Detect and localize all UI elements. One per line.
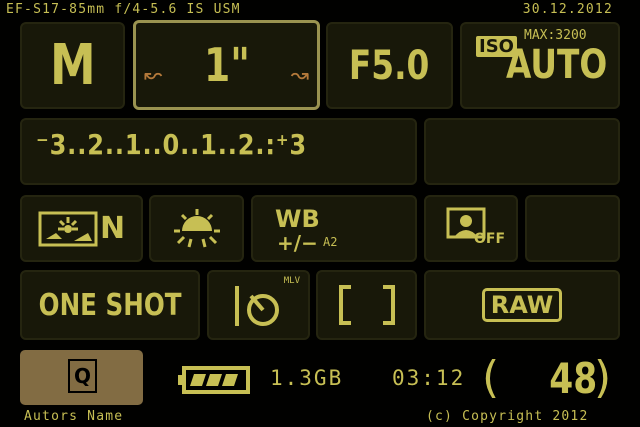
metering-tile[interactable]	[316, 270, 417, 340]
image-quality-tile[interactable]: RAW	[424, 270, 620, 340]
metering-icon	[338, 285, 395, 325]
quick-control-label: Q	[68, 359, 97, 393]
lens-name: EF-S17-85mm f/4-5.6 IS USM	[6, 2, 241, 17]
shooting-mode-value: M	[49, 33, 96, 98]
sun-icon	[173, 208, 220, 247]
iso-tile[interactable]: ISO MAX:3200 AUTO	[460, 22, 620, 109]
shutter-speed-tile[interactable]: ↜ 1" ↝	[133, 20, 320, 110]
exposure-scale: ⁻3..2..1..0..1..2.:⁺3	[36, 128, 308, 161]
copyright: (c) Copyright 2012	[426, 409, 589, 424]
quick-control-button[interactable]: Q	[20, 350, 143, 405]
wb-title: WB	[275, 205, 320, 233]
wb-shift-tile[interactable]: WB +/− A2	[251, 195, 417, 262]
self-timer-icon	[235, 286, 279, 326]
iso-value: AUTO	[506, 42, 608, 88]
shots-bracket-right: )	[594, 352, 612, 403]
recording-time: 03:12	[392, 366, 466, 390]
battery-icon	[178, 366, 250, 394]
shooting-mode-tile[interactable]: M	[20, 22, 125, 109]
author-name: Autors Name	[24, 409, 124, 424]
iso-max: MAX:3200	[524, 28, 587, 43]
shots-bracket-left: (	[482, 352, 500, 403]
picture-style-tile[interactable]: N	[20, 195, 143, 262]
aperture-value: F5.0	[349, 42, 430, 89]
card-space: 1.3GB	[270, 366, 344, 390]
af-mode-tile[interactable]: ONE SHOT	[20, 270, 200, 340]
drive-label: MLV	[283, 276, 300, 286]
wb-adjust-icon: +/−	[277, 231, 318, 255]
shots-remaining: 48	[549, 354, 598, 403]
auto-lighting-label: OFF	[474, 231, 506, 247]
top-info-bar: EF-S17-85mm f/4-5.6 IS USM 30.12.2012	[0, 0, 640, 20]
empty-tile-row3[interactable]	[525, 195, 620, 262]
drive-mode-tile[interactable]: MLV	[207, 270, 310, 340]
wb-shift-value: A2	[323, 235, 338, 249]
shutter-speed-value: 1"	[203, 38, 250, 92]
image-quality-value: RAW	[481, 288, 563, 322]
picture-style-label: N	[99, 211, 126, 246]
date: 30.12.2012	[522, 2, 613, 17]
auto-lighting-tile[interactable]: OFF	[424, 195, 518, 262]
exposure-compensation-tile[interactable]: ⁻3..2..1..0..1..2.:⁺3	[20, 118, 417, 185]
arrow-right-icon: ↝	[290, 63, 309, 88]
arrow-left-icon: ↜	[144, 63, 163, 88]
af-mode-value: ONE SHOT	[38, 287, 182, 323]
aperture-tile[interactable]: F5.0	[326, 22, 453, 109]
empty-tile-row2[interactable]	[424, 118, 620, 185]
white-balance-tile[interactable]	[149, 195, 244, 262]
